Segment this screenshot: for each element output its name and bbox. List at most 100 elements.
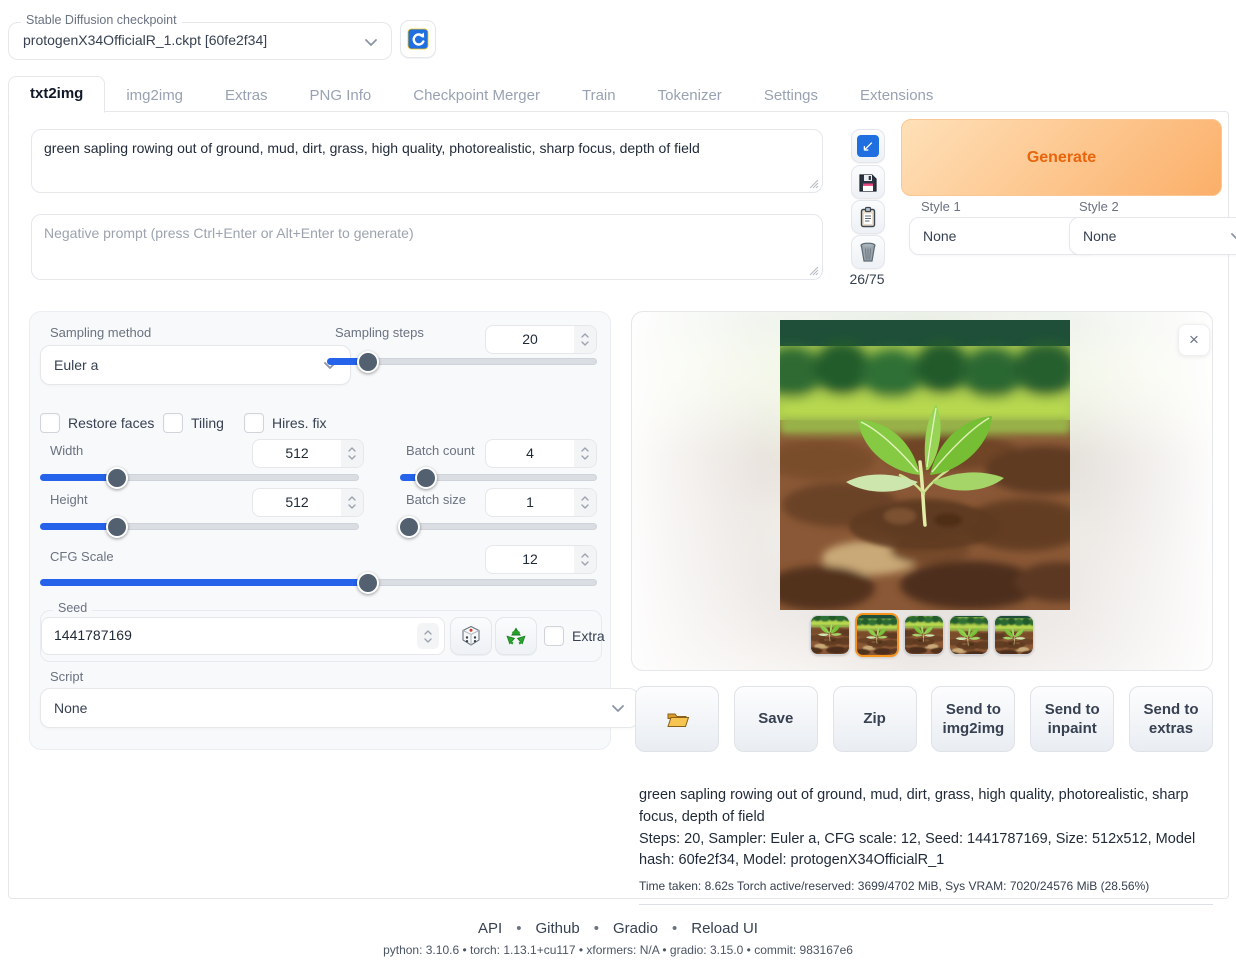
restore-faces-checkbox[interactable]: Restore faces xyxy=(40,413,154,433)
width-label: Width xyxy=(50,443,83,458)
stepper-arrows[interactable] xyxy=(574,440,596,467)
output-perf-text: Time taken: 8.62s Torch active/reserved:… xyxy=(639,877,1213,905)
sampling-method-dropdown[interactable]: Euler a xyxy=(40,345,351,385)
tab-settings[interactable]: Settings xyxy=(743,79,839,113)
checkbox-box[interactable] xyxy=(163,413,183,433)
spin-up-icon xyxy=(580,495,590,502)
thumbnail-4[interactable] xyxy=(949,615,989,655)
style2-dropdown[interactable]: None xyxy=(1069,217,1236,255)
open-folder-button[interactable] xyxy=(635,686,719,752)
thumbnail-5[interactable] xyxy=(994,615,1034,655)
stepper-arrows[interactable] xyxy=(341,489,363,516)
slider-thumb[interactable] xyxy=(357,572,379,594)
clear-prompt-button[interactable] xyxy=(851,235,885,269)
height-input[interactable]: 512 xyxy=(252,488,364,517)
prompt-textarea[interactable]: green sapling rowing out of ground, mud,… xyxy=(31,129,823,193)
stepper-arrows[interactable] xyxy=(574,546,596,573)
apply-style-button[interactable] xyxy=(851,200,885,234)
style1-label: Style 1 xyxy=(921,199,961,214)
slider-thumb[interactable] xyxy=(357,351,379,373)
spin-up-icon xyxy=(580,446,590,453)
tab-train[interactable]: Train xyxy=(561,79,637,113)
send-to-img2img-button[interactable]: Send to img2img xyxy=(931,686,1015,752)
footer-link-api[interactable]: API xyxy=(478,920,502,937)
result-gallery: × xyxy=(631,311,1213,671)
sampling-steps-slider[interactable] xyxy=(327,358,597,365)
stepper-arrows[interactable] xyxy=(574,489,596,516)
tab-extras[interactable]: Extras xyxy=(204,79,289,113)
stepper-arrows[interactable] xyxy=(417,623,439,649)
bullet-separator: • xyxy=(672,920,677,937)
tab-img2img[interactable]: img2img xyxy=(105,79,204,113)
stepper-arrows[interactable] xyxy=(341,440,363,467)
tab-tokenizer[interactable]: Tokenizer xyxy=(637,79,743,113)
spin-down-icon xyxy=(347,454,357,461)
paste-params-button[interactable]: ↙ xyxy=(851,129,885,163)
random-seed-button[interactable] xyxy=(450,617,492,655)
refresh-checkpoints-button[interactable] xyxy=(400,20,436,58)
checkpoint-dropdown[interactable]: Stable Diffusion checkpoint protogenX34O… xyxy=(8,22,392,60)
folder-icon xyxy=(664,707,690,731)
footer-link-gradio[interactable]: Gradio xyxy=(613,920,658,937)
save-button[interactable]: Save xyxy=(734,686,818,752)
batch-count-slider[interactable] xyxy=(400,474,597,481)
seed-label: Seed xyxy=(53,601,92,615)
batch-size-input[interactable]: 1 xyxy=(485,488,597,517)
tab-png-info[interactable]: PNG Info xyxy=(289,79,393,113)
recycle-icon xyxy=(504,624,528,648)
slider-thumb[interactable] xyxy=(415,467,437,489)
checkbox-box[interactable] xyxy=(544,626,564,646)
generated-image[interactable] xyxy=(780,320,1070,610)
spin-down-icon xyxy=(580,340,590,347)
txt2img-panel: green sapling rowing out of ground, mud,… xyxy=(8,111,1229,899)
sampling-steps-value: 20 xyxy=(486,326,574,353)
spin-down-icon xyxy=(580,454,590,461)
save-style-button[interactable] xyxy=(851,165,885,199)
width-input[interactable]: 512 xyxy=(252,439,364,468)
negative-prompt-textarea[interactable]: Negative prompt (press Ctrl+Enter or Alt… xyxy=(31,214,823,280)
cfg-scale-input[interactable]: 12 xyxy=(485,545,597,574)
send-to-inpaint-button[interactable]: Send to inpaint xyxy=(1030,686,1114,752)
resize-grip-icon[interactable] xyxy=(809,266,819,276)
thumbnail-3[interactable] xyxy=(904,615,944,655)
cfg-scale-label: CFG Scale xyxy=(50,549,114,564)
batch-size-slider[interactable] xyxy=(400,523,597,530)
slider-thumb[interactable] xyxy=(398,516,420,538)
spin-down-icon xyxy=(580,560,590,567)
resize-grip-icon[interactable] xyxy=(809,179,819,189)
checkbox-box[interactable] xyxy=(244,413,264,433)
checkbox-box[interactable] xyxy=(40,413,60,433)
tab-checkpoint-merger[interactable]: Checkpoint Merger xyxy=(392,79,561,113)
spin-down-icon xyxy=(347,503,357,510)
bullet-separator: • xyxy=(516,920,521,937)
hires-fix-checkbox[interactable]: Hires. fix xyxy=(244,413,326,433)
thumbnail-2-selected[interactable] xyxy=(855,613,899,657)
spin-up-icon xyxy=(347,495,357,502)
tiling-checkbox[interactable]: Tiling xyxy=(163,413,224,433)
extra-label: Extra xyxy=(572,628,605,644)
script-dropdown[interactable]: None xyxy=(40,688,639,728)
height-slider[interactable] xyxy=(40,523,359,530)
reuse-seed-button[interactable] xyxy=(495,617,537,655)
generation-info: green sapling rowing out of ground, mud,… xyxy=(639,785,1213,905)
width-slider[interactable] xyxy=(40,474,359,481)
footer-link-reload-ui[interactable]: Reload UI xyxy=(691,920,758,937)
sampling-steps-input[interactable]: 20 xyxy=(485,325,597,354)
footer-link-github[interactable]: Github xyxy=(535,920,579,937)
output-params-text: Steps: 20, Sampler: Euler a, CFG scale: … xyxy=(639,829,1213,873)
seed-input[interactable]: 1441787169 xyxy=(41,617,445,655)
batch-count-input[interactable]: 4 xyxy=(485,439,597,468)
thumbnail-1[interactable] xyxy=(810,615,850,655)
stepper-arrows[interactable] xyxy=(574,326,596,353)
extra-seed-checkbox[interactable]: Extra xyxy=(544,626,605,646)
slider-thumb[interactable] xyxy=(106,516,128,538)
cfg-scale-slider[interactable] xyxy=(40,579,597,586)
zip-button[interactable]: Zip xyxy=(833,686,917,752)
generate-button[interactable]: Generate xyxy=(901,119,1222,196)
spin-up-icon xyxy=(423,629,433,636)
tab-extensions[interactable]: Extensions xyxy=(839,79,954,113)
close-gallery-button[interactable]: × xyxy=(1178,324,1210,356)
slider-thumb[interactable] xyxy=(106,467,128,489)
tab-txt2img[interactable]: txt2img xyxy=(8,76,105,113)
send-to-extras-button[interactable]: Send to extras xyxy=(1129,686,1213,752)
